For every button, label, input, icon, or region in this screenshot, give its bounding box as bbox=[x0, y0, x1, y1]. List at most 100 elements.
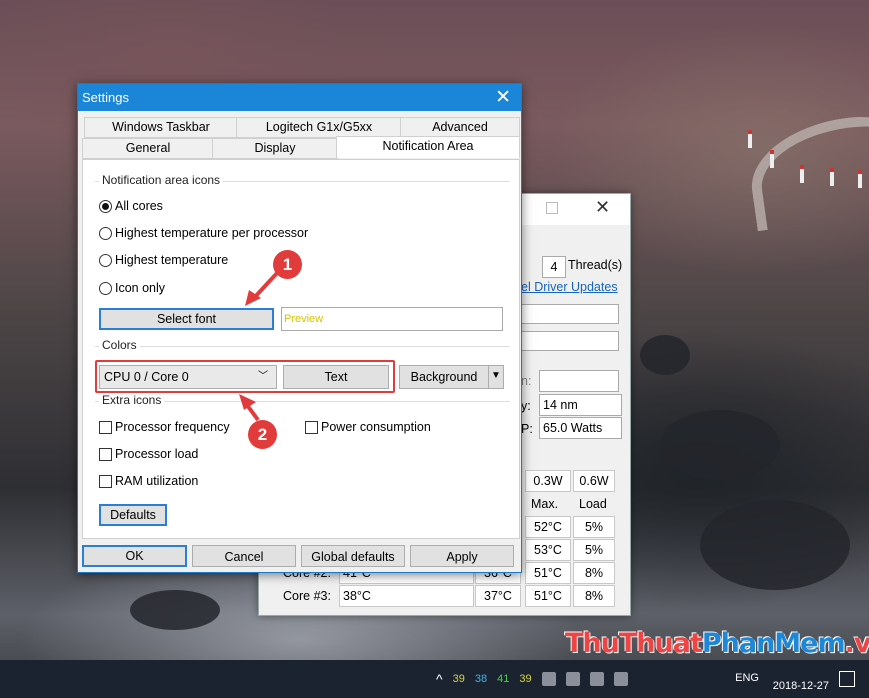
road-post bbox=[800, 165, 804, 183]
close-icon[interactable]: ✕ bbox=[495, 86, 511, 109]
colors-group-label: Colors bbox=[99, 338, 140, 352]
temp-cell: 38°C bbox=[339, 585, 474, 607]
radio-highest-temp-per-processor[interactable]: Highest temperature per processor bbox=[99, 226, 308, 240]
max-cell: 51°C bbox=[525, 562, 571, 584]
rock bbox=[700, 500, 850, 590]
road-post bbox=[830, 168, 834, 186]
tray-temp[interactable]: 39 bbox=[519, 673, 531, 685]
lithography-label: y: bbox=[521, 399, 531, 413]
thread-label: Thread(s) bbox=[568, 258, 623, 272]
lithography-value: 14 nm bbox=[539, 394, 622, 416]
checkbox-label: Processor load bbox=[115, 447, 199, 461]
revision-field bbox=[539, 370, 619, 392]
apply-button[interactable]: Apply bbox=[410, 545, 514, 567]
radio-icon-only[interactable]: Icon only bbox=[99, 281, 165, 295]
tdp-label: P: bbox=[521, 422, 533, 436]
road-post bbox=[748, 130, 752, 148]
check-ram-utilization[interactable]: RAM utilization bbox=[99, 474, 198, 488]
defaults-button[interactable]: Defaults bbox=[99, 504, 167, 526]
rock bbox=[640, 335, 690, 375]
driver-updates-link[interactable]: el Driver Updates bbox=[521, 280, 618, 294]
watermark-part: .vn bbox=[844, 628, 869, 659]
tdp-value: 65.0 Watts bbox=[539, 417, 622, 439]
step-marker-1: 1 bbox=[273, 250, 302, 279]
highlight-box bbox=[95, 360, 395, 393]
show-hidden-icons-chevron-icon[interactable]: ^ bbox=[436, 671, 443, 687]
action-center-icon[interactable] bbox=[839, 671, 855, 687]
group-divider bbox=[95, 346, 510, 347]
volume-icon[interactable] bbox=[613, 672, 628, 686]
notification-icons-group-label: Notification area icons bbox=[99, 173, 224, 187]
select-font-button[interactable]: Select font bbox=[99, 308, 274, 330]
road-post bbox=[858, 170, 862, 188]
radio-highest-temperature[interactable]: Highest temperature bbox=[99, 253, 228, 267]
dialog-button-bar: OK Cancel Global defaults Apply bbox=[78, 540, 521, 572]
checkbox-label: Processor frequency bbox=[115, 420, 230, 434]
checkbox[interactable] bbox=[99, 474, 112, 488]
checkbox[interactable] bbox=[99, 420, 112, 434]
radio-label: Icon only bbox=[115, 281, 166, 295]
radio-all-cores[interactable]: All cores bbox=[99, 199, 163, 213]
radio-button[interactable] bbox=[99, 226, 112, 240]
radio-label: Highest temperature bbox=[115, 253, 229, 267]
check-processor-frequency[interactable]: Processor frequency bbox=[99, 420, 230, 434]
network-icon[interactable] bbox=[589, 672, 604, 686]
tray-app-icon[interactable] bbox=[565, 672, 580, 686]
font-preview-field: Preview bbox=[281, 307, 503, 331]
tray-temp[interactable]: 38 bbox=[475, 673, 487, 685]
thread-count-field: 4 bbox=[542, 256, 566, 278]
triangle-down-icon[interactable]: ▼ bbox=[488, 365, 504, 389]
max-header: Max. bbox=[531, 497, 559, 511]
radio-button[interactable] bbox=[99, 281, 112, 295]
taskbar-date[interactable]: 2018-12-27 bbox=[773, 680, 829, 692]
radio-label: All cores bbox=[115, 199, 163, 213]
tray-app-icon[interactable] bbox=[541, 672, 556, 686]
cancel-button[interactable]: Cancel bbox=[192, 545, 296, 567]
dialog-title: Settings bbox=[82, 90, 129, 105]
tray-temp[interactable]: 41 bbox=[497, 673, 509, 685]
tray-temp[interactable]: 39 bbox=[453, 673, 465, 685]
radio-button[interactable] bbox=[99, 253, 112, 267]
road-scenery bbox=[743, 108, 869, 232]
tab-advanced[interactable]: Advanced bbox=[400, 117, 520, 138]
tab-notification-area[interactable]: Notification Area bbox=[336, 136, 520, 158]
rock bbox=[660, 410, 780, 480]
load-header: Load bbox=[579, 497, 607, 511]
load-cell: 8% bbox=[573, 585, 615, 607]
extra-icons-group-label: Extra icons bbox=[99, 393, 165, 407]
tab-logitech[interactable]: Logitech G1x/G5xx bbox=[236, 117, 402, 138]
tab-windows-taskbar[interactable]: Windows Taskbar bbox=[84, 117, 238, 138]
settings-dialog: Settings ✕ Windows Taskbar Logitech G1x/… bbox=[77, 83, 522, 573]
taskbar: ^ 39 38 41 39 ENG 2018-12-27 bbox=[0, 660, 869, 698]
close-icon[interactable]: ✕ bbox=[595, 197, 610, 218]
checkbox[interactable] bbox=[305, 420, 318, 434]
maximize-icon[interactable] bbox=[546, 202, 558, 214]
min-cell: 37°C bbox=[475, 585, 521, 607]
core3-label: Core #3: bbox=[283, 589, 331, 603]
load-cell: 5% bbox=[573, 539, 615, 561]
ok-button[interactable]: OK bbox=[82, 545, 187, 567]
language-indicator[interactable]: ENG bbox=[735, 672, 759, 684]
notification-panel: Notification area icons All cores Highes… bbox=[82, 159, 520, 539]
global-defaults-button[interactable]: Global defaults bbox=[301, 545, 405, 567]
power-cell: 0.3W bbox=[525, 470, 571, 492]
tab-display[interactable]: Display bbox=[212, 138, 338, 159]
check-processor-load[interactable]: Processor load bbox=[99, 447, 198, 461]
max-cell: 53°C bbox=[525, 539, 571, 561]
checkbox-label: RAM utilization bbox=[115, 474, 199, 488]
checkbox[interactable] bbox=[99, 447, 112, 461]
watermark-part: ThuThuat bbox=[565, 628, 703, 659]
tab-general[interactable]: General bbox=[82, 138, 214, 159]
road-post bbox=[770, 150, 774, 168]
checkbox-label: Power consumption bbox=[321, 420, 431, 434]
check-power-consumption[interactable]: Power consumption bbox=[305, 420, 431, 434]
info-field bbox=[521, 304, 619, 324]
step-marker-2: 2 bbox=[248, 420, 277, 449]
radio-button[interactable] bbox=[99, 199, 112, 213]
watermark-logo: ThuThuatPhanMem.vn bbox=[565, 628, 869, 659]
system-tray: ^ 39 38 41 39 bbox=[436, 660, 628, 698]
background-color-button[interactable]: Background bbox=[399, 365, 489, 389]
load-cell: 5% bbox=[573, 516, 615, 538]
watermark-part: PhanMem bbox=[701, 628, 846, 659]
max-cell: 51°C bbox=[525, 585, 571, 607]
